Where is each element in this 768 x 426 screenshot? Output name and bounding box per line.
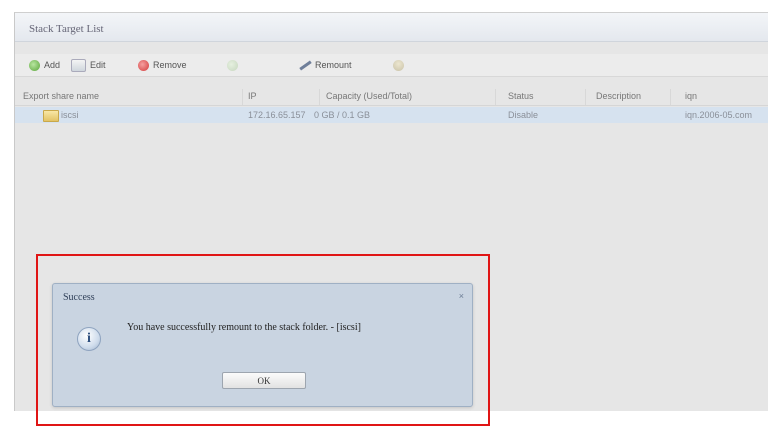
col-export-share-name[interactable]: Export share name [23,91,99,101]
remount-button[interactable]: Remount [297,58,352,72]
col-status[interactable]: Status [508,91,534,101]
column-divider [319,89,320,105]
user-button[interactable] [393,58,408,72]
remove-button[interactable]: Remove [138,58,187,72]
cell-iqn: iqn.2006-05.com [685,110,753,120]
cell-ip: 172.16.65.157 [248,110,306,120]
edit-button[interactable]: Edit [71,58,106,72]
panel-title: Stack Target List [29,23,104,35]
panel-title-bar: Stack Target List [15,13,768,42]
column-divider [242,89,243,105]
column-divider [585,89,586,105]
folder-icon [43,110,59,122]
column-divider [495,89,496,105]
col-description[interactable]: Description [596,91,641,101]
remove-icon [138,59,149,71]
toolbar: Add Edit Remove Remount [15,54,768,77]
highlight-box [36,254,490,426]
column-divider [670,89,671,105]
disabled-action-icon [227,59,238,71]
table-row[interactable]: iscsi 172.16.65.157 0 GB / 0.1 GB Disabl… [15,107,768,123]
grid-header: Export share name IP Capacity (Used/Tota… [15,89,768,106]
remount-icon [297,59,311,71]
col-iqn[interactable]: iqn [685,91,697,101]
user-icon [393,59,404,71]
add-button[interactable]: Add [29,58,60,72]
disabled-toolbar-button[interactable] [227,58,242,72]
cell-status: Disable [508,110,539,120]
edit-icon [71,58,86,72]
col-capacity[interactable]: Capacity (Used/Total) [326,91,412,101]
cell-name: iscsi [61,110,79,120]
cell-capacity: 0 GB / 0.1 GB [314,110,371,120]
col-ip[interactable]: IP [248,91,257,101]
add-icon [29,59,40,71]
